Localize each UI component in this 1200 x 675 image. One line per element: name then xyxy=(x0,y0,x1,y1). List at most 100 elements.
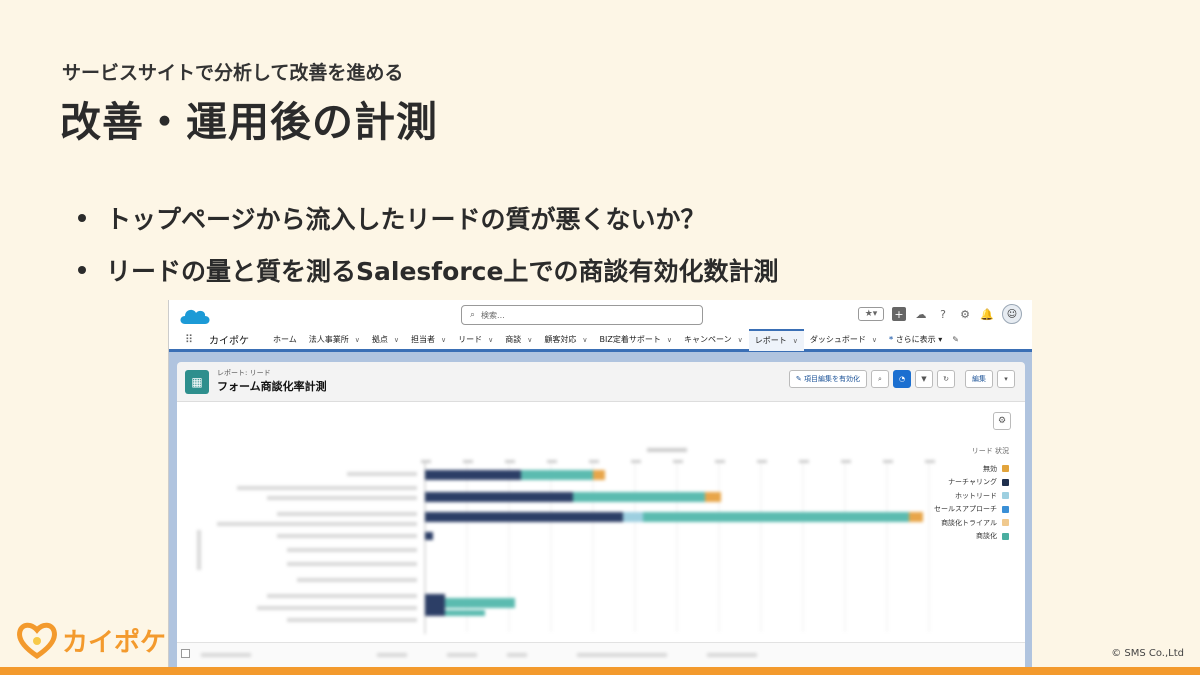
salesforce-screenshot: ⌕ 検索... ★▾ + ☁ ? ⚙ 🔔 ☺ ⠿ カイポケ ホーム 法人事業所 ∨… xyxy=(168,300,1032,667)
nav-tab-label: キャンペーン xyxy=(683,335,732,344)
legend-swatch xyxy=(1002,532,1009,540)
bar-invalid xyxy=(909,512,923,522)
nav-tab-label: 法人事業所 xyxy=(308,335,349,344)
nav-tab-contacts[interactable]: 担当者 ∨ xyxy=(405,329,452,351)
salesforce-logo-icon xyxy=(177,304,213,332)
column-header xyxy=(507,653,527,657)
bar-converted xyxy=(445,610,485,616)
nav-more-button[interactable]: * さらに表示 ▾ xyxy=(883,334,948,345)
bullet-text: リードの量と質を測るSalesforce上での商談有効化数計測 xyxy=(106,257,779,286)
search-button[interactable]: ⌕ xyxy=(871,370,889,388)
chevron-down-icon[interactable]: ∨ xyxy=(394,336,399,344)
row-label xyxy=(287,618,417,622)
chevron-down-icon[interactable]: ∨ xyxy=(488,336,493,344)
chevron-down-icon[interactable]: ∨ xyxy=(441,336,446,344)
report-title: フォーム商談化率計測 xyxy=(217,380,327,393)
nav-tab-dashboards[interactable]: ダッシュボード ∨ xyxy=(804,329,883,351)
nav-tab-biz-support[interactable]: BIZ定着サポート ∨ xyxy=(594,329,678,351)
chart-toggle-button[interactable]: ◔ xyxy=(893,370,911,388)
help-icon[interactable]: ? xyxy=(936,307,950,321)
row-label xyxy=(287,562,417,566)
nav-tab-campaigns[interactable]: キャンペーン ∨ xyxy=(678,329,749,351)
column-header xyxy=(707,653,757,657)
legend-swatch xyxy=(1002,478,1009,486)
filter-button[interactable]: ▼ xyxy=(915,370,933,388)
chevron-down-icon[interactable]: ∨ xyxy=(527,336,532,344)
bullet-dot-icon xyxy=(78,214,86,222)
chevron-down-icon[interactable]: ∨ xyxy=(793,337,798,345)
gear-icon[interactable]: ⚙ xyxy=(958,307,972,321)
enable-field-edit-button[interactable]: ✎ 項目編集を有効化 xyxy=(788,370,867,388)
refresh-button[interactable]: ↻ xyxy=(937,370,955,388)
chart-settings-button[interactable]: ⚙ xyxy=(993,412,1011,430)
column-header xyxy=(447,653,477,657)
copyright: © SMS Co.,Ltd xyxy=(1111,648,1184,659)
tick xyxy=(841,460,851,463)
nav-tab-home[interactable]: ホーム xyxy=(267,329,303,351)
bar-converted xyxy=(521,470,593,480)
blurred-table-headers xyxy=(201,653,757,657)
nav-tab-reports[interactable]: レポート ∨ xyxy=(748,328,804,351)
chevron-down-icon[interactable]: ∨ xyxy=(582,336,587,344)
bullet-item: リードの量と質を測るSalesforce上での商談有効化数計測 xyxy=(78,244,778,296)
nav-tab-accounts[interactable]: 法人事業所 ∨ xyxy=(303,329,366,351)
bell-icon[interactable]: 🔔 xyxy=(980,307,994,321)
nav-tab-label: BIZ定着サポート xyxy=(599,335,661,344)
report-chart-panel: ⚙ リード 状況 無効 ナーチャリング ホットリード セールスアプローチ 商談化… xyxy=(177,402,1025,642)
nav-tab-label: 拠点 xyxy=(371,335,388,344)
add-icon[interactable]: + xyxy=(892,307,906,321)
legend-swatch xyxy=(1002,519,1009,527)
tick xyxy=(505,460,515,463)
report-header: ▦ レポート: リード フォーム商談化率計測 ✎ 項目編集を有効化 ⌕ ◔ ▼ … xyxy=(177,362,1025,402)
y-axis-title xyxy=(197,530,201,570)
pencil-icon[interactable]: ✎ xyxy=(952,335,959,344)
app-launcher-icon[interactable]: ⠿ xyxy=(185,333,203,346)
chevron-down-icon[interactable]: ∨ xyxy=(738,336,743,344)
bullet-list: トップページから流入したリードの質が悪くないか？ リードの量と質を測るSales… xyxy=(78,192,778,296)
avatar[interactable]: ☺ xyxy=(1002,304,1022,324)
bar-nurturing xyxy=(425,512,623,522)
bullet-dot-icon xyxy=(78,266,86,274)
nav-tab-locations[interactable]: 拠点 ∨ xyxy=(366,329,405,351)
legend-swatch xyxy=(1002,465,1009,473)
nav-more-label: さらに表示 xyxy=(895,335,936,344)
chevron-down-icon[interactable]: ∨ xyxy=(872,336,877,344)
heart-logo-icon xyxy=(17,622,57,660)
chevron-down-icon[interactable]: ∨ xyxy=(667,336,672,344)
nav-tab-label: レポート xyxy=(754,336,787,345)
chevron-down-icon[interactable]: ∨ xyxy=(355,336,360,344)
legend-item: 無効 xyxy=(934,462,1009,476)
search-input[interactable]: ⌕ 検索... xyxy=(461,305,703,325)
trailhead-icon[interactable]: ☁ xyxy=(914,307,928,321)
app-navigation: ⠿ カイポケ ホーム 法人事業所 ∨ 拠点 ∨ 担当者 ∨ リード ∨ 商談 ∨ 顧客対応… xyxy=(169,328,1032,352)
report-breadcrumb: レポート: リード xyxy=(217,369,271,377)
row-label xyxy=(287,548,417,552)
pencil-icon: ✎ xyxy=(795,375,804,383)
legend-label: ナーチャリング xyxy=(948,478,997,487)
favorites-star-icon[interactable]: ★▾ xyxy=(858,307,884,321)
nav-tab-label: ダッシュボード xyxy=(809,335,866,344)
bullet-text: トップページから流入したリードの質が悪くないか？ xyxy=(106,205,706,234)
edit-button[interactable]: 編集 xyxy=(965,370,993,388)
legend-label: 無効 xyxy=(983,464,997,473)
bar-converted xyxy=(643,512,909,522)
legend-item: ナーチャリング xyxy=(934,476,1009,490)
nav-tab-opportunities[interactable]: 商談 ∨ xyxy=(499,329,538,351)
tick xyxy=(421,460,431,463)
header-icons: ★▾ + ☁ ? ⚙ 🔔 ☺ xyxy=(858,304,1022,324)
nav-tab-label: 商談 xyxy=(505,335,522,344)
nav-tab-label: リード xyxy=(458,335,483,344)
report-actions: ✎ 項目編集を有効化 ⌕ ◔ ▼ ↻ 編集 ▾ xyxy=(788,370,1015,388)
row-label xyxy=(267,594,417,598)
legend-label: 商談化 xyxy=(976,532,997,541)
refresh-icon: ↻ xyxy=(943,375,949,383)
search-placeholder: 検索... xyxy=(481,310,505,320)
slide-title: 改善・運用後の計測 xyxy=(60,98,438,146)
tick xyxy=(463,460,473,463)
more-actions-button[interactable]: ▾ xyxy=(997,370,1015,388)
nav-tab-cases[interactable]: 顧客対応 ∨ xyxy=(538,329,593,351)
enable-field-edit-label: 項目編集を有効化 xyxy=(804,375,860,383)
chart-axis-ticks xyxy=(421,448,935,463)
search-icon: ⌕ xyxy=(470,310,476,320)
nav-tab-leads[interactable]: リード ∨ xyxy=(452,329,499,351)
